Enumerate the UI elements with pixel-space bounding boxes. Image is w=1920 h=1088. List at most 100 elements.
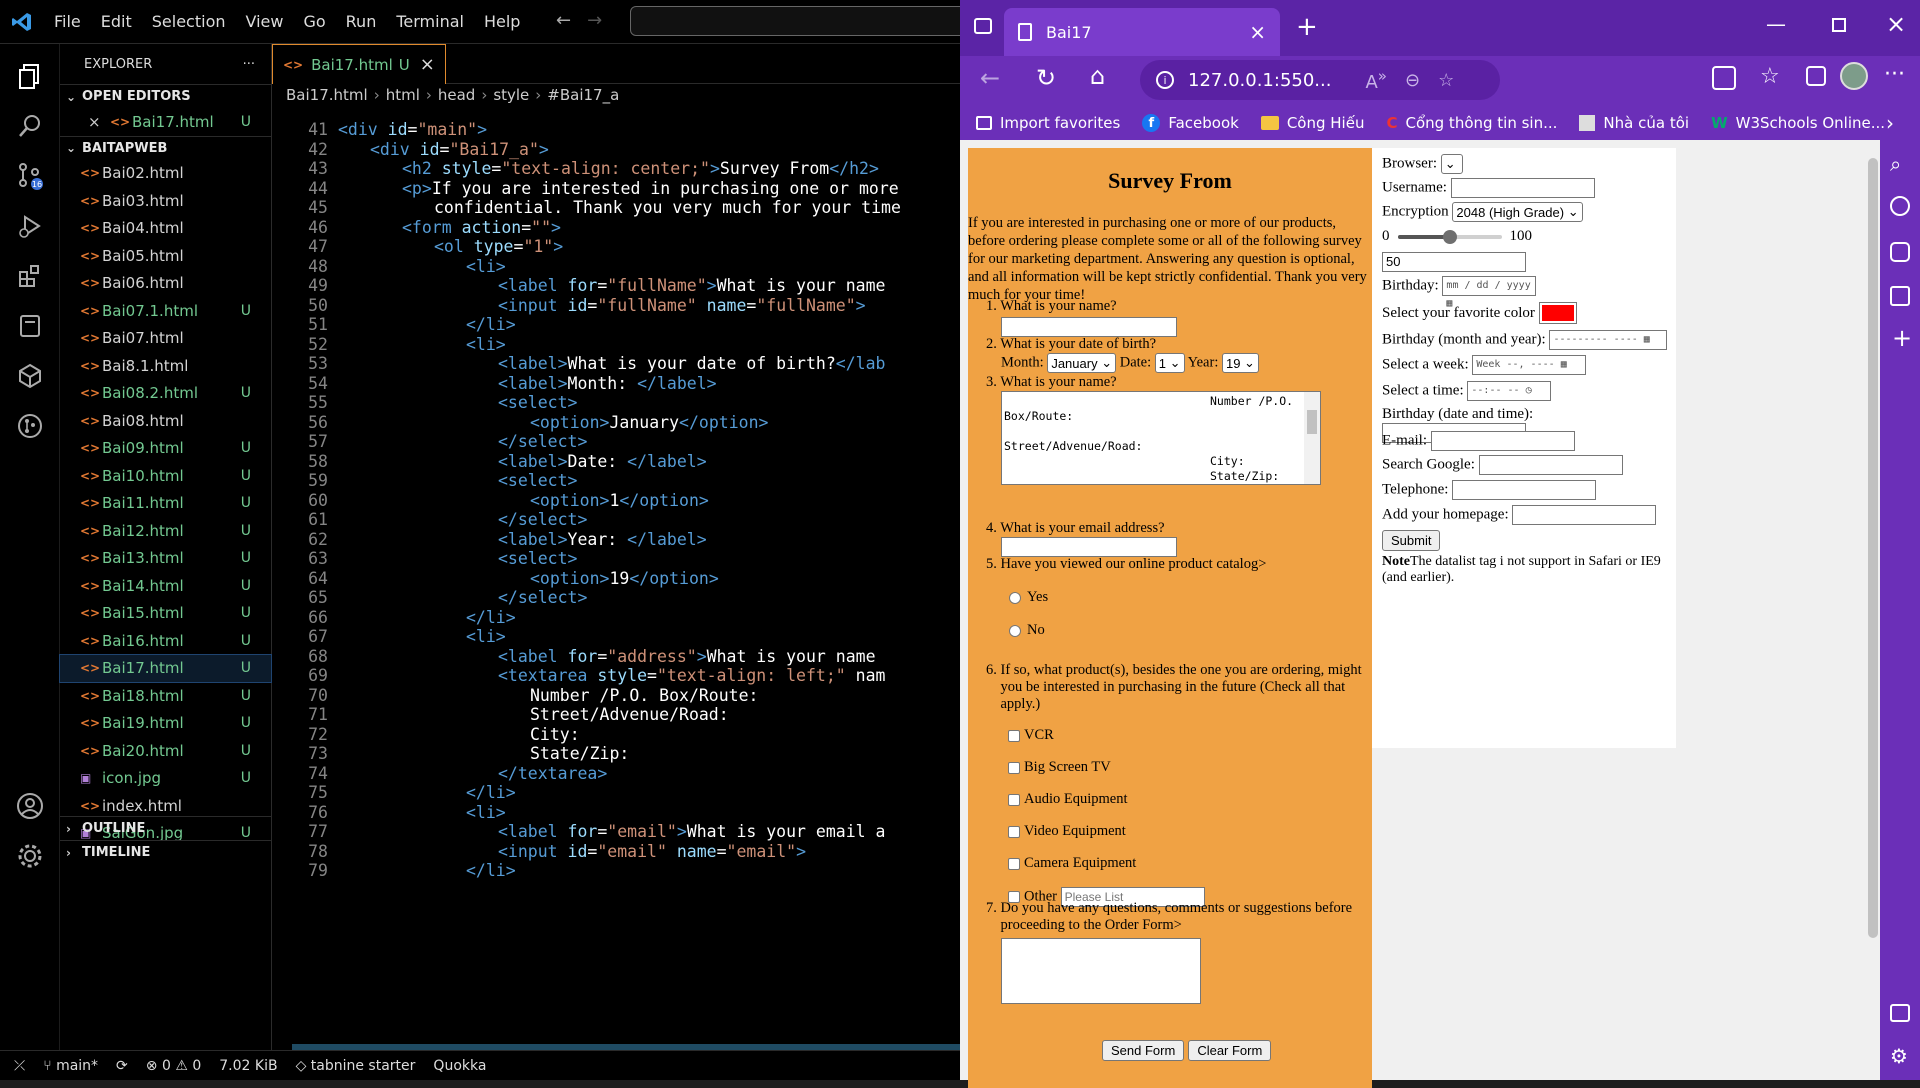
settings-gear-icon[interactable]: ⚙ xyxy=(1890,1044,1908,1068)
code-editor[interactable]: 41 <div id="main"> 42 <div id="Bai17_a"> 43 <… xyxy=(272,120,960,1040)
page-scrollbar[interactable] xyxy=(1866,140,1880,1080)
close-icon[interactable]: × xyxy=(88,113,110,131)
submit-button[interactable]: Submit xyxy=(1382,530,1441,551)
breadcrumb-item[interactable]: html xyxy=(386,86,420,104)
date-select[interactable]: 1 ⌄ xyxy=(1154,353,1185,373)
clear-form-button[interactable]: Clear Form xyxy=(1188,1040,1272,1061)
year-select[interactable]: 19 ⌄ xyxy=(1221,353,1259,373)
product-checkbox[interactable] xyxy=(1008,857,1020,870)
menu-run[interactable]: Run xyxy=(336,12,387,31)
file-tree-item[interactable]: <> Bai07.1.html U xyxy=(60,297,271,325)
close-window-icon[interactable]: × xyxy=(1886,10,1906,38)
file-tree-item[interactable]: <> Bai02.html xyxy=(60,160,271,188)
fav-cong-thong-tin[interactable]: C Cổng thông tin sin... xyxy=(1386,114,1557,132)
search-icon[interactable]: ⌕ xyxy=(1890,152,1901,176)
fav-facebook[interactable]: f Facebook xyxy=(1142,114,1239,132)
file-tree-item[interactable]: <> Bai8.1.html xyxy=(60,352,271,380)
account-icon[interactable] xyxy=(10,786,50,826)
file-tree-item[interactable]: <> Bai16.html U xyxy=(60,627,271,655)
outline-section[interactable]: › OUTLINE xyxy=(60,816,272,840)
back-arrow-icon[interactable]: ← xyxy=(980,64,1000,92)
branch-indicator[interactable]: ⑂ main* xyxy=(43,1058,98,1074)
fav-w3schools[interactable]: W W3Schools Online... xyxy=(1711,114,1885,132)
forward-arrow-icon[interactable]: → xyxy=(587,10,602,31)
search-icon[interactable] xyxy=(10,106,50,146)
shopping-icon[interactable] xyxy=(1890,242,1910,262)
browser-tab[interactable]: Bai17 × xyxy=(1004,8,1280,56)
file-tree-item[interactable]: <> Bai18.html U xyxy=(60,682,271,710)
problems-indicator[interactable]: ⊗ 0 ⚠ 0 xyxy=(146,1058,201,1074)
file-tree-item[interactable]: <> Bai17.html U xyxy=(59,653,272,683)
outlook-icon[interactable] xyxy=(1890,286,1910,306)
birthday-date-input[interactable]: mm / dd / yyyy ▦ xyxy=(1442,276,1537,309)
file-tree-item[interactable]: <> Bai14.html U xyxy=(60,572,271,600)
tabnine-status[interactable]: ◇ tabnine starter xyxy=(296,1058,416,1074)
product-checkbox[interactable] xyxy=(1008,729,1020,742)
fav-nha-cua-toi[interactable]: Nhà của tôi xyxy=(1579,114,1689,132)
username-input[interactable] xyxy=(1450,178,1595,198)
textarea-scrollbar[interactable] xyxy=(1304,392,1320,484)
menu-dots-icon[interactable]: ··· xyxy=(1884,62,1905,87)
range-slider[interactable] xyxy=(1397,229,1502,245)
calendar-icon[interactable]: ▦ xyxy=(1561,359,1567,370)
home-icon[interactable]: ⌂ xyxy=(1090,62,1105,90)
add-icon[interactable]: + xyxy=(1892,324,1912,352)
favorites-icon[interactable]: ☆ xyxy=(1760,64,1780,89)
file-tree-item[interactable]: ▣ icon.jpg U xyxy=(60,765,271,793)
remote-indicator-icon[interactable]: ⤫ xyxy=(14,1058,25,1074)
time-input[interactable]: --:-- -- ◷ xyxy=(1467,381,1552,401)
info-icon[interactable]: i xyxy=(1156,71,1174,89)
range-thumb[interactable] xyxy=(1442,229,1457,244)
quokka-status[interactable]: Quokka xyxy=(433,1058,486,1074)
breadcrumb-item[interactable]: #Bai17_a xyxy=(547,86,619,104)
fav-import[interactable]: Import favorites xyxy=(976,114,1120,132)
clock-icon[interactable]: ◷ xyxy=(1526,385,1532,396)
tab-close-icon[interactable]: × xyxy=(420,54,435,75)
menu-selection[interactable]: Selection xyxy=(142,12,236,31)
more-actions-icon[interactable]: ··· xyxy=(243,57,255,72)
address-textarea[interactable]: Number /P.O. Box/Route: Street/Advenue/R… xyxy=(1001,391,1321,485)
avatar[interactable] xyxy=(1840,62,1868,90)
breadcrumb-item[interactable]: Bai17.html xyxy=(286,86,368,104)
settings-gear-icon[interactable] xyxy=(10,836,50,876)
remote-explorer-icon[interactable] xyxy=(10,306,50,346)
tab-actions-icon[interactable] xyxy=(974,18,992,34)
encryption-select[interactable]: 2048 (High Grade) ⌄ xyxy=(1452,202,1583,222)
full-name-input[interactable] xyxy=(1001,317,1177,337)
command-center-search[interactable] xyxy=(630,6,970,36)
product-checkbox[interactable] xyxy=(1008,825,1020,838)
new-tab-icon[interactable]: + xyxy=(1296,12,1318,42)
product-checkbox[interactable] xyxy=(1008,793,1020,806)
telephone-input[interactable] xyxy=(1452,480,1597,500)
hide-sidebar-icon[interactable] xyxy=(1890,1004,1910,1022)
file-tree-item[interactable]: <> Bai13.html U xyxy=(60,545,271,573)
product-checkbox[interactable] xyxy=(1008,761,1020,774)
source-control-icon[interactable]: 16 xyxy=(10,156,50,196)
file-tree-item[interactable]: <> Bai20.html U xyxy=(60,737,271,765)
zoom-icon[interactable]: ⊖ xyxy=(1405,70,1420,91)
file-tree-item[interactable]: <> Bai05.html xyxy=(60,242,271,270)
menu-help[interactable]: Help xyxy=(474,12,530,31)
file-tree-item[interactable]: <> Bai08.2.html U xyxy=(60,380,271,408)
editor-tab-bai17[interactable]: <> Bai17.html U × xyxy=(272,44,446,84)
comments-textarea[interactable] xyxy=(1001,938,1201,1004)
file-tree-item[interactable]: <> Bai19.html U xyxy=(60,710,271,738)
file-tree-item[interactable]: <> Bai08.html xyxy=(60,407,271,435)
refresh-icon[interactable]: ↻ xyxy=(1036,64,1056,92)
cube-icon[interactable] xyxy=(10,356,50,396)
file-tree-item[interactable]: <> Bai06.html xyxy=(60,270,271,298)
yes-radio[interactable] xyxy=(1009,591,1021,604)
file-tree-item[interactable]: <> Bai15.html U xyxy=(60,600,271,628)
tab-close-icon[interactable]: × xyxy=(1249,20,1266,44)
week-input[interactable]: Week --, ---- ▦ xyxy=(1472,355,1587,375)
back-arrow-icon[interactable]: ← xyxy=(556,10,571,31)
open-editor-item[interactable]: × <> Bai17.html U xyxy=(60,108,271,136)
run-debug-icon[interactable] xyxy=(10,206,50,246)
menu-edit[interactable]: Edit xyxy=(91,12,142,31)
browser-select[interactable]: ⌄ xyxy=(1440,154,1463,174)
file-tree-item[interactable]: <> Bai03.html xyxy=(60,187,271,215)
chevron-right-icon[interactable]: › xyxy=(1886,111,1894,135)
collections-icon[interactable] xyxy=(1806,66,1826,86)
send-form-button[interactable]: Send Form xyxy=(1102,1040,1185,1061)
email-input[interactable] xyxy=(1001,537,1177,557)
